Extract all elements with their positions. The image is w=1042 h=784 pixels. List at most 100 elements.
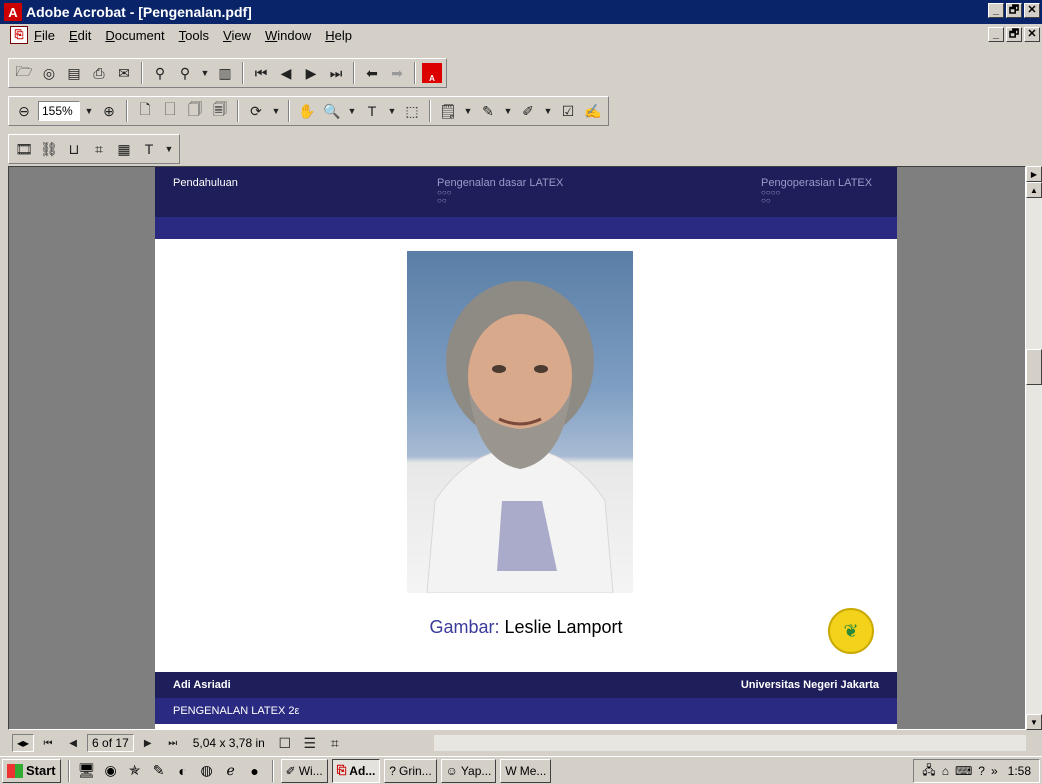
rotate-icon[interactable]: ⟳ (245, 100, 267, 122)
spell-check-icon[interactable]: ☑ (557, 100, 579, 122)
network-icon[interactable]: 🖧 (922, 761, 935, 782)
vertical-scrollbar[interactable]: ▶ ▲ ▼ (1026, 166, 1042, 730)
movie-tool-icon[interactable]: 🎞 (13, 138, 35, 160)
chevron-down-icon[interactable]: ▼ (542, 100, 554, 122)
find-icon[interactable]: ⚲ (149, 62, 171, 84)
menu-document[interactable]: Document (105, 28, 164, 43)
email-icon[interactable]: ✉ (113, 62, 135, 84)
search-icon[interactable]: ⚲ (174, 62, 196, 84)
chevron-down-icon[interactable]: ▼ (270, 100, 282, 122)
web-icon[interactable]: ◎ (38, 62, 60, 84)
navigation-pane-icon[interactable]: ▥ (214, 62, 236, 84)
menu-window[interactable]: Window (265, 28, 311, 43)
previous-page-icon[interactable]: ◀ (62, 732, 84, 754)
last-page-icon[interactable]: ⏭ (325, 62, 347, 84)
close-button[interactable]: ✕ (1024, 3, 1040, 18)
tray-help-icon[interactable]: ? (978, 764, 985, 778)
task-yap[interactable]: ☺ Yap... (440, 758, 497, 783)
chevron-down-icon[interactable]: ▼ (502, 100, 514, 122)
go-back-icon[interactable]: ⬅ (361, 62, 383, 84)
doc-restore-button[interactable]: 🗗 (1006, 27, 1022, 42)
menu-help[interactable]: Help (325, 28, 352, 43)
show-hide-pane-icon[interactable]: ◂▸ (12, 734, 35, 752)
form-tool-icon[interactable]: ⊔ (63, 138, 85, 160)
tray-input-icon[interactable]: ⌨ (955, 764, 972, 778)
scroll-down-icon[interactable]: ▼ (1026, 714, 1042, 730)
task-me[interactable]: W Me... (500, 758, 552, 783)
zoom-in-icon[interactable]: ⊕ (98, 100, 120, 122)
next-page-icon[interactable]: ▶ (137, 732, 159, 754)
zoom-out-icon[interactable]: ⊖ (13, 100, 35, 122)
text-select-icon[interactable]: T (361, 100, 383, 122)
chevron-down-icon[interactable]: ▼ (346, 100, 358, 122)
hand-tool-icon[interactable]: ✋ (296, 100, 318, 122)
show-desktop-icon[interactable]: 🖥 (77, 761, 97, 781)
zoom-tool-icon[interactable]: 🔍 (321, 100, 343, 122)
actual-size-icon[interactable]: 🗋 (134, 100, 156, 122)
nav-section-intro[interactable]: Pendahuluan (173, 177, 238, 189)
adobe-logo-icon[interactable]: A (422, 63, 442, 83)
zoom-input[interactable]: 155% (38, 101, 80, 121)
crop-tool-icon[interactable]: ⌗ (88, 138, 110, 160)
task-acrobat[interactable]: ⎘ Ad... (331, 758, 381, 783)
start-button[interactable]: Start (2, 758, 61, 783)
restore-button[interactable]: 🗗 (1006, 3, 1022, 18)
first-page-icon[interactable]: ⏮ (250, 62, 272, 84)
editor-icon[interactable]: ✎ (149, 761, 169, 781)
fit-page-icon[interactable]: 🗌 (159, 100, 181, 122)
internet-explorer-icon[interactable]: ℯ (221, 761, 241, 781)
page-right-icon[interactable]: ▶ (1026, 166, 1042, 182)
chevron-down-icon[interactable]: ▼ (163, 138, 175, 160)
menu-tools[interactable]: Tools (179, 28, 209, 43)
menu-edit[interactable]: Edit (69, 28, 91, 43)
continuous-icon[interactable]: ☰ (299, 732, 321, 754)
nav-section-operation[interactable]: Pengoperasian LATEX ○○○○ ○○ (761, 177, 872, 205)
tray-expand-icon[interactable]: » (991, 764, 998, 778)
article-tool-icon[interactable]: ▦ (113, 138, 135, 160)
link-tool-icon[interactable]: ⛓ (38, 138, 60, 160)
chevron-down-icon[interactable]: ▼ (199, 62, 211, 84)
scroll-thumb[interactable] (1026, 349, 1042, 385)
sign-icon[interactable]: ✍ (582, 100, 604, 122)
page-indicator[interactable]: 6 of 17 (87, 734, 134, 752)
app-star-icon[interactable]: ✯ (125, 761, 145, 781)
graphics-select-icon[interactable]: ⬚ (401, 100, 423, 122)
last-page-icon[interactable]: ⏭ (162, 732, 184, 754)
scroll-up-icon[interactable]: ▲ (1026, 182, 1042, 198)
previous-page-icon[interactable]: ◀ (275, 62, 297, 84)
doc-minimize-button[interactable]: _ (988, 27, 1004, 42)
media-icon[interactable]: ◐ (173, 761, 193, 781)
go-forward-icon[interactable]: ➡ (386, 62, 408, 84)
menu-file[interactable]: File (34, 28, 55, 43)
chevron-down-icon[interactable]: ▼ (386, 100, 398, 122)
chevron-down-icon[interactable]: ▼ (462, 100, 474, 122)
touchup-text-icon[interactable]: T (138, 138, 160, 160)
firefox-icon[interactable]: ◍ (197, 761, 217, 781)
doc-close-button[interactable]: ✕ (1024, 27, 1040, 42)
continuous-facing-icon[interactable]: ⌗ (324, 732, 346, 754)
menu-view[interactable]: View (223, 28, 251, 43)
note-tool-icon[interactable]: 🗒 (437, 100, 459, 122)
open-icon[interactable]: 🗁 (13, 62, 35, 84)
task-wi[interactable]: ✐ Wi... (280, 758, 328, 783)
app-red-icon[interactable]: ● (245, 761, 265, 781)
window-title: Adobe Acrobat - [Pengenalan.pdf] (26, 4, 252, 20)
opera-icon[interactable]: ◉ (101, 761, 121, 781)
horizontal-scrollbar[interactable] (434, 735, 1026, 751)
task-grin[interactable]: ? Grin... (384, 758, 437, 783)
document-icon[interactable]: ⎘ (10, 26, 28, 44)
nav-section-basics[interactable]: Pengenalan dasar LATEX ○○○ ○○ (437, 177, 563, 205)
fit-width-icon[interactable]: 🗍 (184, 100, 206, 122)
tray-app-icon[interactable]: ⌂ (942, 764, 949, 778)
zoom-dropdown-icon[interactable]: ▼ (83, 100, 95, 122)
save-icon[interactable]: ▤ (63, 62, 85, 84)
first-page-icon[interactable]: ⏮ (37, 732, 59, 754)
print-icon[interactable]: ⎙ (88, 62, 110, 84)
pencil-tool-icon[interactable]: ✎ (477, 100, 499, 122)
fit-visible-icon[interactable]: 🗐 (209, 100, 231, 122)
single-page-icon[interactable]: ☐ (274, 732, 296, 754)
highlighter-icon[interactable]: ✐ (517, 100, 539, 122)
minimize-button[interactable]: _ (988, 3, 1004, 18)
document-area[interactable]: Pendahuluan Pengenalan dasar LATEX ○○○ ○… (8, 166, 1026, 730)
next-page-icon[interactable]: ▶ (300, 62, 322, 84)
